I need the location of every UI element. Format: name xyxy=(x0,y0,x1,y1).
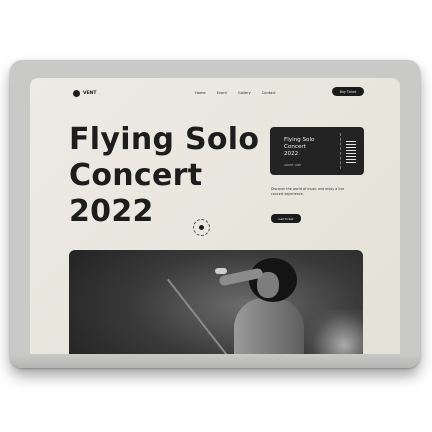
stage-light xyxy=(299,310,363,368)
hero-title-line-3: 2022 xyxy=(69,194,154,229)
site-logo[interactable]: VENT xyxy=(73,90,96,97)
ticket-card[interactable]: Flying Solo Concert 2022 ADMIT ONE xyxy=(270,127,364,175)
get-ticket-button[interactable]: Get Ticket xyxy=(271,214,301,223)
microphone xyxy=(215,268,227,274)
ticket-subtext: ADMIT ONE xyxy=(284,163,302,167)
device-frame: VENT Home Event Gallery Contact Buy Tick… xyxy=(10,60,420,368)
buy-ticket-button[interactable]: Buy Ticket xyxy=(332,87,364,96)
singer-body xyxy=(234,298,304,368)
logo-text: VENT xyxy=(83,91,97,96)
vinyl-record-icon xyxy=(193,219,210,236)
website-screen: VENT Home Event Gallery Contact Buy Tick… xyxy=(30,78,400,368)
top-nav: Home Event Gallery Contact xyxy=(195,91,276,95)
hero-title-line-1: Flying Solo xyxy=(69,122,260,157)
ticket-line-2: Concert xyxy=(284,144,306,151)
side-description: Discover the world of music and enjoy a … xyxy=(271,187,345,197)
ticket-title: Flying Solo Concert 2022 xyxy=(284,137,332,159)
nav-link-event[interactable]: Event xyxy=(217,91,227,95)
nav-link-gallery[interactable]: Gallery xyxy=(238,91,251,95)
ticket-divider xyxy=(340,133,341,169)
nav-link-home[interactable]: Home xyxy=(195,91,206,95)
hero-title: Flying Solo Concert 2022 xyxy=(69,122,259,230)
barcode-icon xyxy=(346,141,356,163)
ticket-line-1: Flying Solo xyxy=(284,137,315,143)
nav-link-contact[interactable]: Contact xyxy=(262,91,276,95)
ticket-line-3: 2022 xyxy=(284,151,299,158)
concert-photo xyxy=(69,250,363,368)
logo-icon xyxy=(73,90,80,97)
hero-title-line-2: Concert xyxy=(69,158,203,193)
